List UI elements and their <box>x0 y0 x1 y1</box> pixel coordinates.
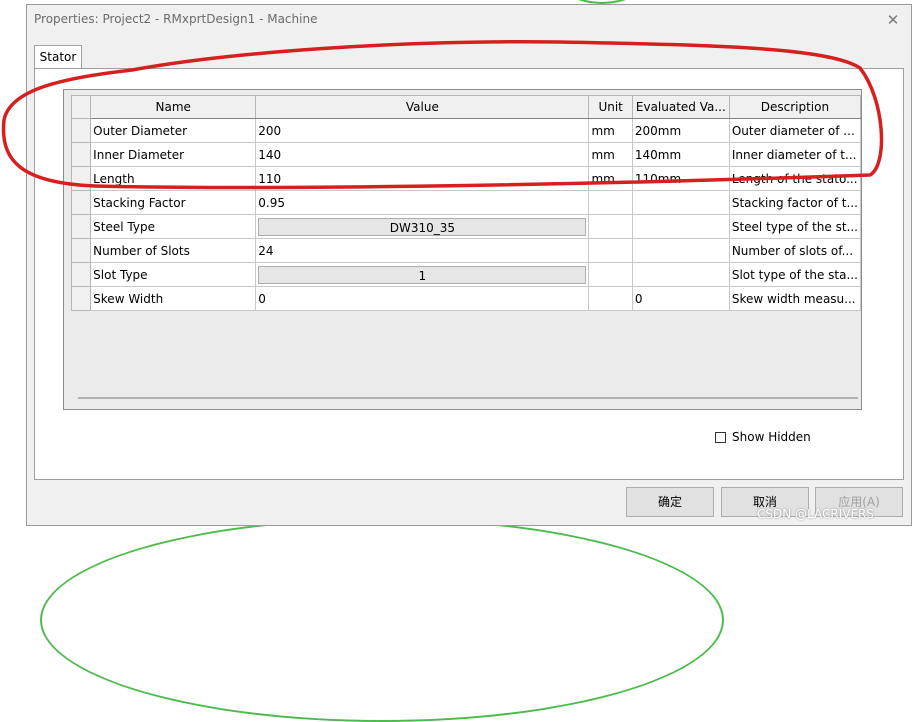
close-icon[interactable]: ✕ <box>885 12 901 28</box>
cell-description: Inner diameter of t... <box>728 142 862 167</box>
cell-evaluated <box>631 190 730 215</box>
column-header-unit[interactable]: Unit <box>588 95 633 119</box>
cell-description: Outer diameter of ... <box>728 118 862 143</box>
cell-evaluated: 140mm <box>631 142 730 167</box>
cell-description: Slot type of the sta... <box>728 262 862 287</box>
cell-evaluated <box>631 238 730 263</box>
cell-unit <box>588 286 633 311</box>
show-hidden-checkbox[interactable]: Show Hidden <box>715 430 811 444</box>
table-row[interactable]: Steel Type DW310_35 Steel type of the st… <box>70 214 862 239</box>
cell-name: Slot Type <box>90 262 257 287</box>
column-header-evaluated-value[interactable]: Evaluated Va... <box>631 95 730 119</box>
table-row[interactable]: Stacking Factor 0.95 Stacking factor of … <box>70 190 862 215</box>
ok-button[interactable]: 确定 <box>626 487 714 517</box>
cell-name: Length <box>90 166 257 191</box>
cell-description: Skew width measu... <box>728 286 862 311</box>
row-header[interactable] <box>70 214 92 239</box>
cell-name: Number of Slots <box>90 238 257 263</box>
background-arc-bottom <box>40 518 724 722</box>
row-header[interactable] <box>70 166 92 191</box>
column-header-name[interactable]: Name <box>90 95 257 119</box>
row-header[interactable] <box>70 190 92 215</box>
dialog-title: Properties: Project2 - RMxprtDesign1 - M… <box>34 12 318 26</box>
horizontal-scrollbar[interactable] <box>78 397 858 399</box>
row-header[interactable] <box>70 118 92 143</box>
cell-value[interactable]: 0.95 <box>255 190 590 215</box>
cell-evaluated: 0 <box>631 286 730 311</box>
row-header[interactable] <box>70 262 92 287</box>
steel-type-button[interactable]: DW310_35 <box>258 217 587 236</box>
property-grid: Name Value Unit Evaluated Va... Descript… <box>63 89 862 410</box>
cell-evaluated <box>631 262 730 287</box>
cell-unit <box>588 214 633 239</box>
show-hidden-label: Show Hidden <box>732 430 811 444</box>
cell-unit[interactable]: mm <box>588 142 633 167</box>
cell-unit <box>588 190 633 215</box>
cell-description: Steel type of the st... <box>728 214 862 239</box>
cell-unit[interactable]: mm <box>588 118 633 143</box>
column-header-description[interactable]: Description <box>728 95 862 119</box>
column-header-value[interactable]: Value <box>255 95 590 119</box>
cell-evaluated: 110mm <box>631 166 730 191</box>
row-header[interactable] <box>70 238 92 263</box>
cell-name: Skew Width <box>90 286 257 311</box>
cell-name: Stacking Factor <box>90 190 257 215</box>
cell-unit[interactable]: mm <box>588 166 633 191</box>
checkbox-box[interactable] <box>715 431 726 443</box>
table-header-row: Name Value Unit Evaluated Va... Descript… <box>70 95 862 119</box>
row-header[interactable] <box>70 142 92 167</box>
table-row[interactable]: Skew Width 0 0 Skew width measu... <box>70 286 862 311</box>
table-row[interactable]: Inner Diameter 140 mm 140mm Inner diamet… <box>70 142 862 167</box>
table-row[interactable]: Length 110 mm 110mm Length of the stato.… <box>70 166 862 191</box>
cell-value: DW310_35 <box>255 214 590 239</box>
cell-name: Steel Type <box>90 214 257 239</box>
cell-value[interactable]: 0 <box>255 286 590 311</box>
tab-stator[interactable]: Stator <box>34 45 82 69</box>
table-row[interactable]: Number of Slots 24 Number of slots of... <box>70 238 862 263</box>
properties-dialog: Properties: Project2 - RMxprtDesign1 - M… <box>26 4 912 526</box>
properties-table: Name Value Unit Evaluated Va... Descript… <box>70 95 862 311</box>
cell-name: Inner Diameter <box>90 142 257 167</box>
cell-description: Number of slots of... <box>728 238 862 263</box>
table-row[interactable]: Slot Type 1 Slot type of the sta... <box>70 262 862 287</box>
cell-value[interactable]: 200 <box>255 118 590 143</box>
cell-unit <box>588 262 633 287</box>
cell-value: 1 <box>255 262 590 287</box>
cell-description: Length of the stato... <box>728 166 862 191</box>
cell-evaluated: 200mm <box>631 118 730 143</box>
cell-description: Stacking factor of t... <box>728 190 862 215</box>
cell-name: Outer Diameter <box>90 118 257 143</box>
cell-unit <box>588 238 633 263</box>
row-header[interactable] <box>70 286 92 311</box>
cell-evaluated <box>631 214 730 239</box>
row-header-corner <box>70 95 92 119</box>
cell-value[interactable]: 24 <box>255 238 590 263</box>
slot-type-button[interactable]: 1 <box>258 265 587 284</box>
table-row[interactable]: Outer Diameter 200 mm 200mm Outer diamet… <box>70 118 862 143</box>
cell-value[interactable]: 140 <box>255 142 590 167</box>
cell-value[interactable]: 110 <box>255 166 590 191</box>
watermark: CSDN @LACRIVERS <box>757 507 874 521</box>
